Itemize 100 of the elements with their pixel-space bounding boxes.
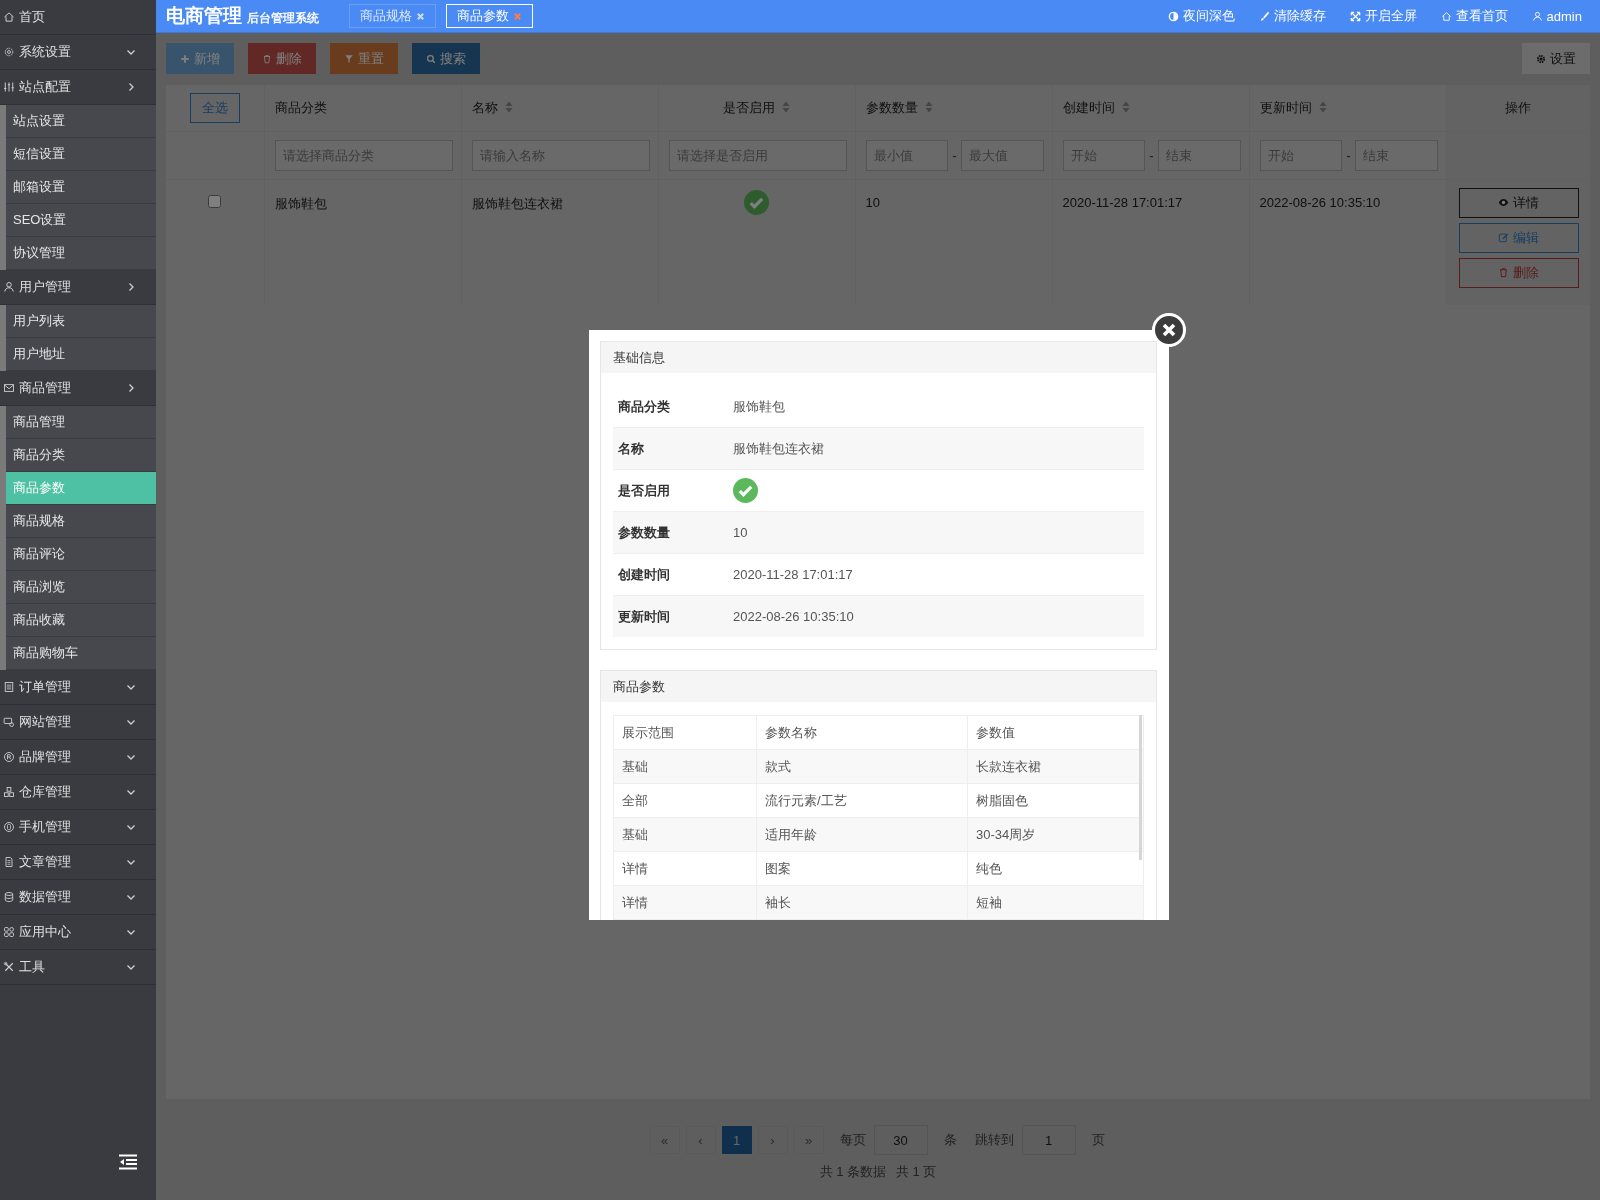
user-icon <box>1531 10 1543 22</box>
nav-subitem[interactable]: 商品浏览 <box>6 571 156 604</box>
nav-subitem[interactable]: 商品参数 <box>6 472 156 505</box>
chevron-icon <box>126 962 136 972</box>
column-header[interactable]: 创建时间 <box>1052 85 1249 131</box>
jump-page-field[interactable]: 1 <box>1021 1125 1076 1155</box>
next-page-button[interactable]: › <box>757 1126 788 1154</box>
nav-subitem[interactable]: 商品规格 <box>6 505 156 538</box>
column-header: 参数值 <box>976 724 1015 740</box>
chevron-icon <box>126 383 136 393</box>
chevron-icon <box>126 82 136 92</box>
table-cell: 长款连衣裙 <box>976 758 1041 774</box>
header-link[interactable]: 开启全屏 <box>1349 7 1417 25</box>
user-icon <box>3 281 15 293</box>
search-icon <box>426 53 436 64</box>
list-icon <box>3 681 15 693</box>
chevron-icon <box>126 787 136 797</box>
page-button[interactable]: 1 <box>721 1126 752 1154</box>
table-cell: 详情 <box>622 894 648 910</box>
last-page-button[interactable]: » <box>793 1126 824 1154</box>
column-header: 操作 <box>1446 85 1590 131</box>
sort-icon[interactable] <box>924 100 933 113</box>
settings-button[interactable]: 设置 <box>1522 43 1590 74</box>
house-icon <box>3 11 15 23</box>
field-value: 2022-08-26 10:35:10 <box>733 609 854 624</box>
nav-subitem[interactable]: 邮箱设置 <box>6 171 156 204</box>
total-pages-text: 共 1 页 <box>896 1163 937 1181</box>
trash-icon <box>1498 267 1509 278</box>
field-value: 服饰鞋包连衣裙 <box>733 439 824 458</box>
header-link[interactable]: 清除缓存 <box>1258 7 1326 25</box>
database-icon <box>3 891 15 903</box>
boxes-icon <box>3 786 15 798</box>
envelope-icon <box>3 382 15 394</box>
column-header: 参数名称 <box>765 724 817 740</box>
trash-icon <box>262 53 272 64</box>
column-header[interactable]: 参数数量 <box>855 85 1052 131</box>
header-link[interactable]: admin <box>1531 7 1582 25</box>
page-unit: 页 <box>1091 1131 1105 1149</box>
sort-icon[interactable] <box>504 100 513 113</box>
add-button[interactable]: 新增 <box>166 43 234 74</box>
table-cell: 2022-08-26 10:35:10 <box>1259 194 1381 210</box>
tab[interactable]: 商品规格 <box>349 4 436 28</box>
nav-subitem[interactable]: 商品购物车 <box>6 637 156 670</box>
nav-subitem[interactable]: SEO设置 <box>6 204 156 237</box>
nav-subitem[interactable]: 用户地址 <box>6 338 156 371</box>
sliders-icon <box>3 81 15 93</box>
chevron-icon <box>126 927 136 937</box>
settings-icon <box>1536 53 1546 64</box>
header-link[interactable]: 查看首页 <box>1440 7 1508 25</box>
collapse-menu-icon[interactable] <box>118 1154 138 1170</box>
nav-subitem[interactable]: 商品收藏 <box>6 604 156 637</box>
app-title: 电商管理 <box>166 4 242 28</box>
grid-icon <box>3 926 15 938</box>
column-header[interactable]: 更新时间 <box>1249 85 1446 131</box>
column-header[interactable]: 名称 <box>461 85 658 131</box>
table-cell: 服饰鞋包连衣裙 <box>471 195 563 211</box>
registered-mark-icon <box>3 751 15 763</box>
previous-page-button[interactable]: ‹ <box>685 1126 716 1154</box>
delete-button[interactable]: 删除 <box>1458 257 1579 288</box>
header-link[interactable]: 夜间深色 <box>1167 7 1235 25</box>
nav-subitem[interactable]: 商品分类 <box>6 439 156 472</box>
per-page-field[interactable]: 30 <box>873 1125 928 1155</box>
chevron-icon <box>126 47 136 57</box>
chevron-icon <box>126 892 136 902</box>
nav-subitem[interactable]: 短信设置 <box>6 138 156 171</box>
total-rows-text: 共 1 条数据 <box>819 1163 886 1181</box>
table-cell: 树脂固色 <box>976 792 1028 808</box>
sort-icon[interactable] <box>782 100 790 113</box>
tab[interactable]: 商品参数 <box>446 4 533 28</box>
table-cell: 袖长 <box>765 894 791 910</box>
eye-icon <box>1498 197 1509 208</box>
delete-button[interactable]: 删除 <box>248 43 316 74</box>
field-label: 是否启用 <box>618 481 671 500</box>
nav-subitem[interactable]: 站点设置 <box>6 105 156 138</box>
select-all-button[interactable]: 全选 <box>189 92 240 123</box>
jump-label: 跳转到 <box>974 1131 1014 1149</box>
filter-icon <box>344 53 354 64</box>
table-cell: 基础 <box>622 758 648 774</box>
document-icon <box>3 856 15 868</box>
sort-icon[interactable] <box>1318 100 1327 113</box>
search-button[interactable]: 搜索 <box>412 43 480 74</box>
row-checkbox[interactable] <box>208 194 222 208</box>
sort-icon[interactable] <box>1121 100 1130 113</box>
column-header[interactable]: 是否启用 <box>658 85 855 131</box>
brush-icon <box>1258 10 1270 22</box>
reset-button[interactable]: 重置 <box>330 43 398 74</box>
nav-subitem[interactable]: 协议管理 <box>6 237 156 270</box>
nav-subitem[interactable]: 用户列表 <box>6 305 156 338</box>
circle-icon <box>3 821 15 833</box>
table-cell: 30-34周岁 <box>976 826 1036 842</box>
table-cell: 10 <box>865 194 880 210</box>
nav-subitem[interactable]: 商品管理 <box>6 406 156 439</box>
house-icon <box>1440 10 1452 22</box>
view-button[interactable]: 详情 <box>1458 187 1579 218</box>
per-page-label: 每页 <box>839 1131 866 1149</box>
edit-button[interactable]: 编辑 <box>1458 222 1579 253</box>
tools-icon <box>3 961 15 973</box>
settings-icon <box>3 46 15 58</box>
nav-subitem[interactable]: 商品评论 <box>6 538 156 571</box>
first-page-button[interactable]: « <box>649 1126 680 1154</box>
